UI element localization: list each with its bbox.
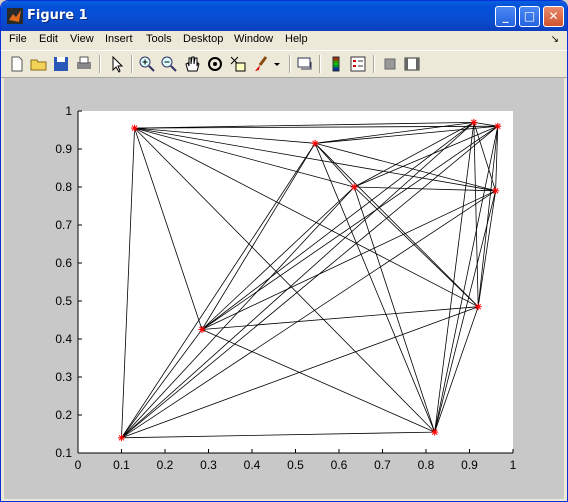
open-file-icon[interactable]: [29, 54, 49, 74]
toolbar-separator: [373, 55, 375, 73]
toolbar-separator: [99, 55, 101, 73]
x-tick-label: 0.2: [157, 458, 174, 472]
colorbar-icon[interactable]: [326, 54, 346, 74]
toolbar-separator: [131, 55, 133, 73]
dock-arrow-icon[interactable]: ↘: [551, 34, 559, 45]
legend-icon[interactable]: [348, 54, 368, 74]
menu-window[interactable]: Window: [234, 33, 273, 45]
toolbar-separator: [319, 55, 321, 73]
node-marker: [492, 187, 500, 195]
x-tick-label: 0.8: [418, 458, 435, 472]
pan-hand-icon[interactable]: [182, 54, 202, 74]
y-tick-label: 0.5: [55, 294, 72, 308]
window-title: Figure 1: [27, 8, 88, 23]
menu-desktop[interactable]: Desktop: [183, 33, 223, 45]
y-tick-label: 0.9: [55, 142, 72, 156]
node-marker: [118, 434, 125, 442]
y-tick-label: 0.2: [55, 408, 72, 422]
brush-icon[interactable]: [251, 54, 271, 74]
toolbar-separator: [289, 55, 291, 73]
node-marker: [431, 428, 439, 436]
y-tick-label: 0.4: [55, 332, 72, 346]
node-marker: [494, 122, 502, 130]
menu-view[interactable]: View: [70, 33, 94, 45]
y-tick-label: 0.1: [55, 446, 72, 460]
hide-plot-tools-icon[interactable]: [380, 54, 400, 74]
node-marker: [131, 124, 139, 132]
x-tick-label: 0.9: [461, 458, 478, 472]
menu-bar: File Edit View Insert Tools Desktop Wind…: [1, 31, 567, 50]
minimize-button[interactable]: _: [495, 6, 516, 27]
figure-toolbar: [1, 50, 567, 78]
y-tick-label: 0.8: [55, 180, 72, 194]
y-tick-label: 1: [65, 104, 72, 118]
x-tick-label: 1: [510, 458, 517, 472]
y-tick-label: 0.3: [55, 370, 72, 384]
figure-canvas[interactable]: 0 0.1 0.2 0.3 0.4 0.5 0.6 0.7 0.8 0.9 1 0.1 0.2 0.3 0.…: [4, 78, 564, 499]
zoom-in-icon[interactable]: [137, 54, 157, 74]
x-tick-label: 0.7: [374, 458, 391, 472]
x-tick-label: 0.5: [287, 458, 304, 472]
print-icon[interactable]: [74, 54, 94, 74]
title-bar[interactable]: Figure 1 _ □ ✕: [1, 1, 567, 31]
y-tick-label: 0.6: [55, 256, 72, 270]
y-tick-label: 0.7: [55, 218, 72, 232]
brush-dropdown-icon[interactable]: [271, 54, 283, 74]
graph-plot[interactable]: 0 0.1 0.2 0.3 0.4 0.5 0.6 0.7 0.8 0.9 10.10.20.30.…: [4, 78, 564, 499]
node-marker: [470, 118, 478, 126]
x-tick-label: 0.4: [244, 458, 261, 472]
data-cursor-icon[interactable]: [228, 54, 248, 74]
select-arrow-icon[interactable]: [107, 54, 127, 74]
menu-tools[interactable]: Tools: [146, 33, 172, 45]
matlab-figure-window: Figure 1 _ □ ✕ File Edit View Insert Too…: [0, 0, 568, 502]
close-button[interactable]: ✕: [543, 6, 564, 27]
new-figure-icon[interactable]: [7, 54, 27, 74]
node-marker: [311, 139, 319, 147]
zoom-out-icon[interactable]: [159, 54, 179, 74]
menu-help[interactable]: Help: [285, 33, 308, 45]
rotate-3d-icon[interactable]: [205, 54, 225, 74]
menu-edit[interactable]: Edit: [39, 33, 58, 45]
x-tick-label: 0.1: [113, 458, 130, 472]
x-tick-label: 0.6: [331, 458, 348, 472]
link-plot-icon[interactable]: [295, 54, 315, 74]
menu-insert[interactable]: Insert: [105, 33, 133, 45]
node-marker: [350, 183, 358, 191]
node-marker: [198, 326, 206, 333]
maximize-button[interactable]: □: [519, 6, 540, 27]
save-icon[interactable]: [51, 54, 71, 74]
menu-file[interactable]: File: [9, 33, 27, 45]
node-marker: [474, 303, 482, 311]
x-tick-label: 0: [75, 458, 82, 472]
show-plot-tools-icon[interactable]: [402, 54, 422, 74]
x-tick-label: 0.3: [200, 458, 217, 472]
matlab-icon: [7, 8, 23, 24]
